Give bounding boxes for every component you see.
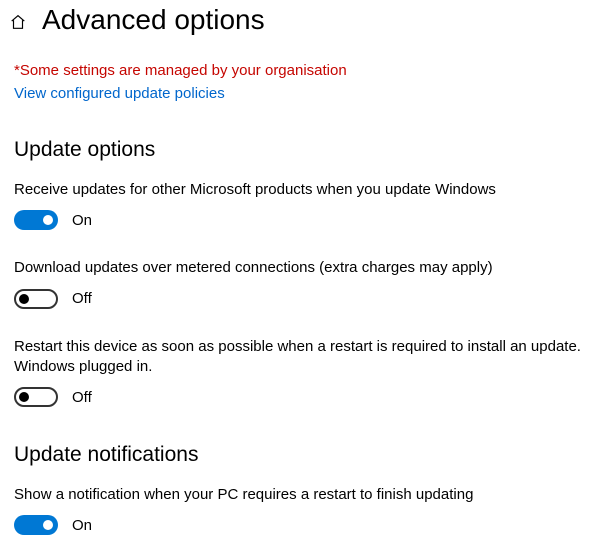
toggle-show-notification[interactable]: [14, 515, 58, 535]
toggle-metered-connections[interactable]: [14, 289, 58, 309]
toggle-row: On: [14, 210, 585, 230]
option-label: Receive updates for other Microsoft prod…: [14, 180, 585, 200]
option-receive-updates: Receive updates for other Microsoft prod…: [14, 180, 585, 230]
toggle-state: Off: [72, 389, 92, 406]
option-metered-connections: Download updates over metered connection…: [14, 258, 585, 308]
content: *Some settings are managed by your organ…: [0, 62, 599, 535]
view-policies-link[interactable]: View configured update policies: [14, 85, 585, 102]
toggle-row: Off: [14, 387, 585, 407]
toggle-state: On: [72, 212, 92, 229]
option-show-notification: Show a notification when your PC require…: [14, 485, 585, 535]
option-label: Download updates over metered connection…: [14, 258, 585, 278]
option-restart-device: Restart this device as soon as possible …: [14, 337, 585, 408]
toggle-state: Off: [72, 290, 92, 307]
section-update-notifications-title: Update notifications: [14, 443, 585, 467]
section-update-options-title: Update options: [14, 138, 585, 162]
header: Advanced options: [0, 0, 599, 52]
toggle-row: Off: [14, 289, 585, 309]
option-label: Show a notification when your PC require…: [14, 485, 585, 505]
toggle-restart-device[interactable]: [14, 387, 58, 407]
page-title: Advanced options: [42, 4, 265, 36]
option-label: Restart this device as soon as possible …: [14, 337, 585, 378]
toggle-row: On: [14, 515, 585, 535]
toggle-receive-updates[interactable]: [14, 210, 58, 230]
managed-by-org-text: *Some settings are managed by your organ…: [14, 62, 585, 79]
home-icon[interactable]: [8, 12, 28, 32]
toggle-state: On: [72, 517, 92, 534]
